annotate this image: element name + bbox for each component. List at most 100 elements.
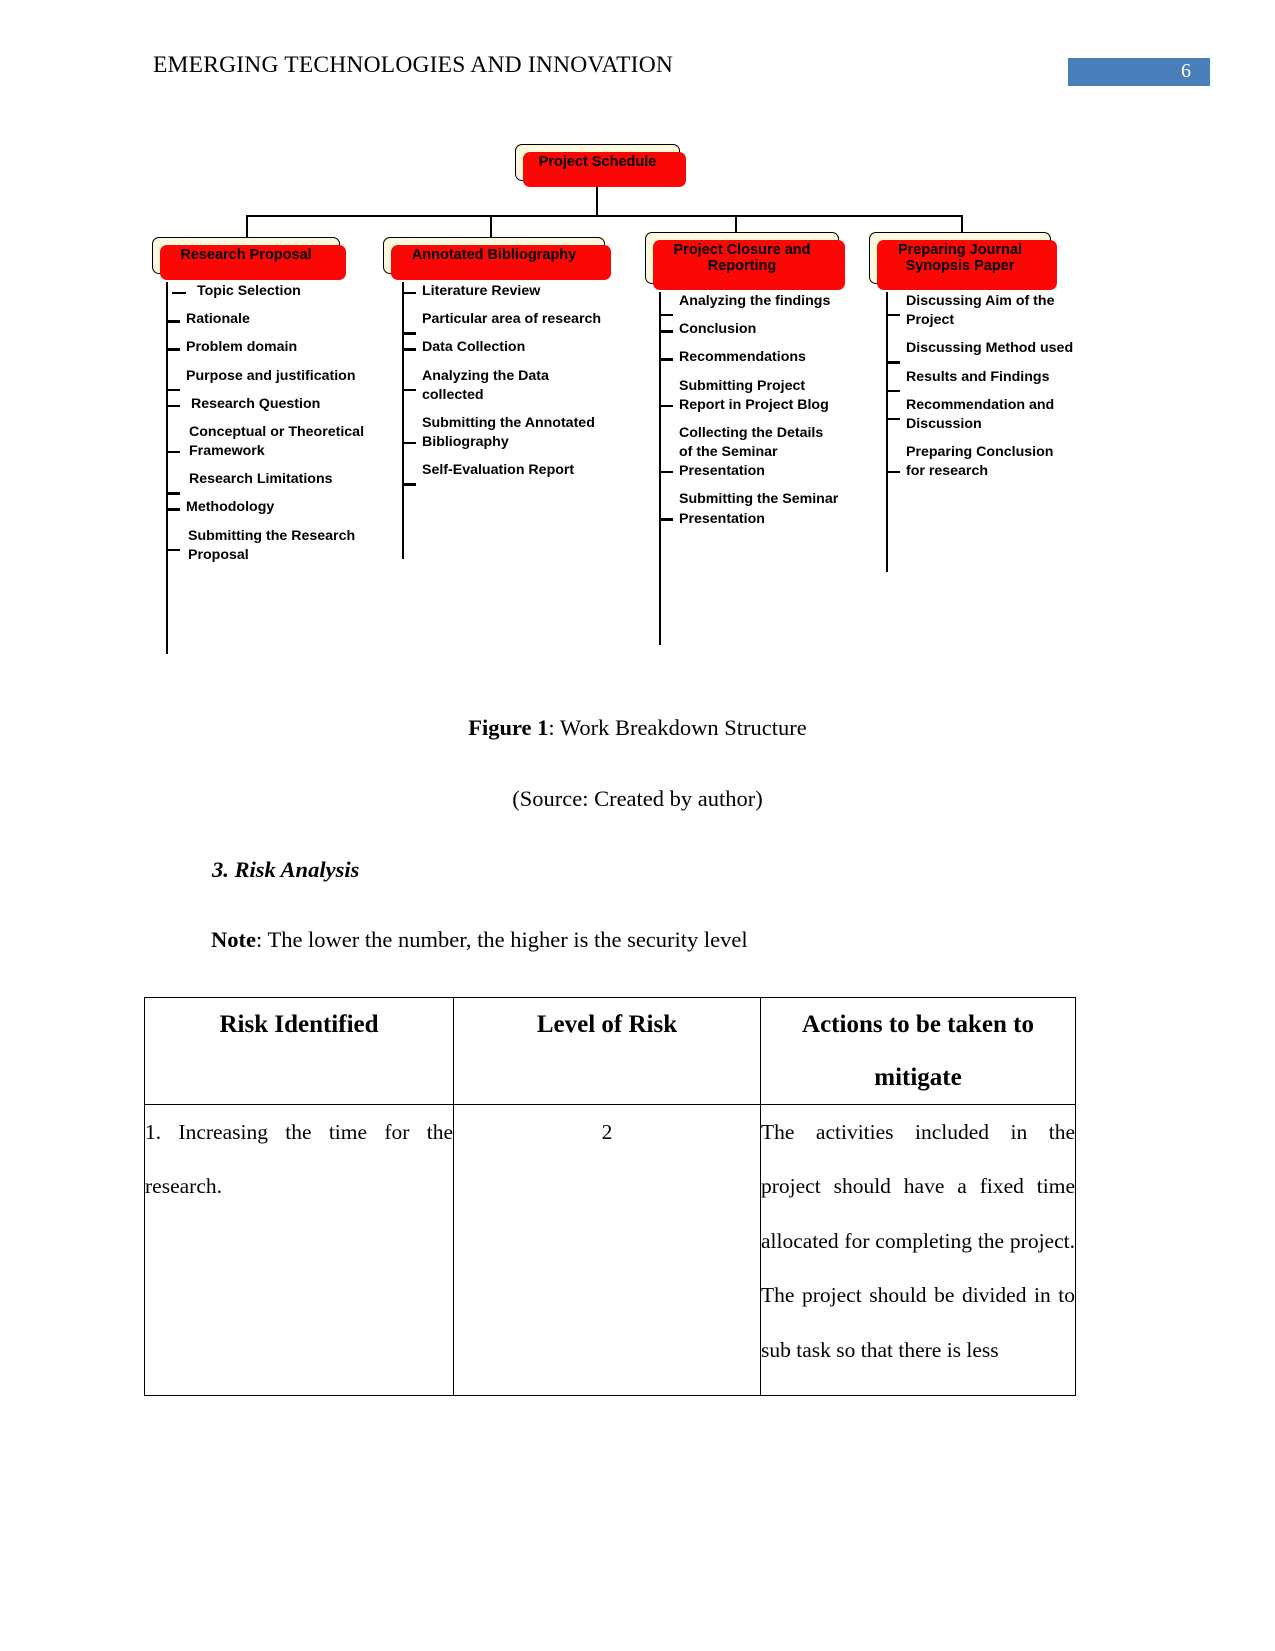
wbs-leaf-item: Research Limitations	[166, 470, 381, 495]
wbs-leaf-item: Collecting the Details of the Seminar Pr…	[659, 424, 839, 482]
wbs-leaf-label: Submitting the Seminar Presentation	[679, 491, 839, 527]
page-number-badge: 6	[1068, 58, 1210, 86]
leaf-tick	[659, 470, 673, 474]
wbs-leaf-list-annotated-bibliography: Literature Review Particular area of res…	[402, 282, 612, 559]
leaf-tick	[166, 508, 180, 511]
wbs-leaf-item: Submitting the Seminar Presentation	[659, 490, 839, 528]
wbs-leaf-label: Conclusion	[679, 321, 757, 338]
wbs-leaf-label: Discussing Method used	[906, 340, 1074, 357]
wbs-leaf-item: Literature Review	[402, 282, 612, 301]
wbs-leaf-item: Submitting the Research Proposal	[166, 527, 381, 565]
wbs-leaf-item: Preparing Conclusion for research	[886, 443, 1076, 481]
wbs-leaf-item: Results and Findings	[886, 368, 1076, 392]
wbs-leaf-label: Submitting Project Report in Project Blo…	[679, 377, 829, 413]
leaf-tick	[166, 492, 180, 495]
wbs-branch-label: Preparing Journal Synopsis Paper	[897, 241, 1023, 274]
wbs-leaf-item: Analyzing the findings	[659, 292, 839, 317]
wbs-leaf-item: Research Question	[166, 395, 381, 414]
page-header: EMERGING TECHNOLOGIES AND INNOVATION 6	[0, 52, 1275, 92]
leaf-tick	[402, 441, 416, 445]
table-cell-level: 2	[453, 1104, 761, 1396]
leaf-tick	[166, 548, 180, 551]
wbs-leaf-item: Topic Selection	[166, 282, 381, 301]
wbs-leaf-label: Collecting the Details of the Seminar Pr…	[679, 424, 824, 480]
wbs-leaf-item: Discussing Method used	[886, 339, 1076, 364]
wbs-leaf-label: Research Question	[191, 395, 321, 412]
note-text: : The lower the number, the higher is th…	[255, 927, 748, 952]
leaf-tick	[659, 404, 673, 407]
leaf-tick	[166, 320, 180, 323]
section-heading-risk-analysis: 3. Risk Analysis	[212, 857, 360, 882]
leaf-tick	[886, 314, 900, 317]
leaf-tick	[402, 332, 416, 335]
leaf-tick	[886, 361, 900, 364]
wbs-leaf-label: Purpose and justification	[186, 367, 356, 384]
wbs-leaf-item: Self-Evaluation Report	[402, 461, 612, 486]
wbs-leaf-label: Discussing Aim of the Project	[906, 293, 1055, 329]
running-head: EMERGING TECHNOLOGIES AND INNOVATION	[153, 52, 674, 78]
wbs-leaf-item: Conceptual or Theoretical Framework	[166, 423, 381, 461]
wbs-leaf-label: Results and Findings	[906, 368, 1050, 385]
wbs-leaf-item: Recommendations	[659, 348, 839, 367]
wbs-leaf-label: Research Limitations	[189, 471, 333, 488]
work-breakdown-structure-diagram: Project Schedule Research Proposal Annot…	[140, 130, 1140, 690]
wbs-leaf-label: Conceptual or Theoretical Framework	[189, 423, 365, 460]
wbs-branch-node-research-proposal: Research Proposal	[152, 237, 346, 280]
wbs-leaf-label: Literature Review	[422, 283, 541, 299]
wbs-leaf-item: Purpose and justification	[166, 367, 381, 391]
wbs-leaf-item: Submitting the Annotated Bibliography	[402, 414, 612, 452]
wbs-leaf-item: Conclusion	[659, 320, 839, 339]
wbs-leaf-label: Recommendations	[679, 349, 806, 366]
leaf-tick	[172, 292, 186, 295]
leaf-tick	[659, 330, 673, 333]
leaf-tick	[886, 471, 900, 474]
leaf-tick	[166, 404, 180, 408]
table-row: 1. Increasing the time for the research.…	[144, 1104, 1076, 1396]
note-line: Note: The lower the number, the higher i…	[211, 927, 748, 953]
leaf-tick	[659, 314, 673, 317]
leaf-tick	[659, 358, 673, 361]
connector-drop-1	[246, 215, 249, 237]
wbs-leaf-list-research-proposal: Topic Selection Rationale Problem domain…	[166, 282, 381, 654]
wbs-leaf-label: Submitting the Research Proposal	[188, 527, 356, 563]
wbs-leaf-item: Particular area of research	[402, 310, 612, 335]
figure-source: (Source: Created by author)	[512, 786, 763, 811]
leaf-tick	[886, 389, 900, 392]
leaf-tick	[402, 292, 416, 295]
wbs-leaf-item: Recommendation and Discussion	[886, 396, 1076, 434]
table-cell-action: The activities included in the project s…	[760, 1104, 1076, 1396]
wbs-branch-label: Research Proposal	[180, 247, 312, 264]
wbs-leaf-list-project-closure: Analyzing the findings Conclusion Recomm…	[659, 292, 839, 645]
connector-drop-2	[490, 215, 493, 237]
wbs-branch-node-annotated-bibliography: Annotated Bibliography	[383, 237, 611, 280]
wbs-leaf-item: Data Collection	[402, 338, 612, 357]
wbs-leaf-label: Self-Evaluation Report	[422, 462, 575, 479]
wbs-leaf-label: Particular area of research	[422, 311, 602, 328]
note-label: Note	[211, 927, 256, 952]
wbs-leaf-label: Topic Selection	[197, 283, 301, 299]
wbs-branch-label: Annotated Bibliography	[411, 247, 577, 264]
leaf-tick	[166, 348, 180, 351]
leaf-tick	[886, 417, 900, 421]
wbs-leaf-item: Discussing Aim of the Project	[886, 292, 1076, 330]
risk-analysis-table: Risk Identified Level of Risk Actions to…	[144, 997, 1076, 1396]
wbs-branch-node-project-closure: Project Closure and Reporting	[645, 232, 845, 290]
leaf-tick	[659, 518, 673, 521]
table-header-actions: Actions to be taken to mitigate	[760, 997, 1076, 1105]
leaf-tick	[402, 483, 416, 486]
figure-caption: Figure 1: Work Breakdown Structure	[0, 715, 1275, 741]
table-cell-risk: 1. Increasing the time for the research.	[144, 1104, 454, 1396]
figure-caption-text: : Work Breakdown Structure	[548, 715, 807, 740]
wbs-leaf-label: Analyzing the Data collected	[422, 367, 549, 403]
wbs-root-node: Project Schedule	[515, 144, 686, 187]
wbs-root-label: Project Schedule	[538, 154, 657, 171]
wbs-leaf-label: Methodology	[186, 499, 275, 516]
table-header-level-of-risk: Level of Risk	[453, 997, 761, 1105]
wbs-leaf-label: Analyzing the findings	[679, 293, 831, 309]
wbs-leaf-label: Recommendation and Discussion	[906, 396, 1055, 432]
wbs-leaf-label: Problem domain	[186, 339, 298, 356]
wbs-branch-node-journal-synopsis: Preparing Journal Synopsis Paper	[869, 232, 1057, 290]
wbs-leaf-label: Rationale	[186, 311, 250, 328]
leaf-tick	[166, 450, 180, 454]
wbs-leaf-list-journal-synopsis: Discussing Aim of the Project Discussing…	[886, 292, 1076, 572]
